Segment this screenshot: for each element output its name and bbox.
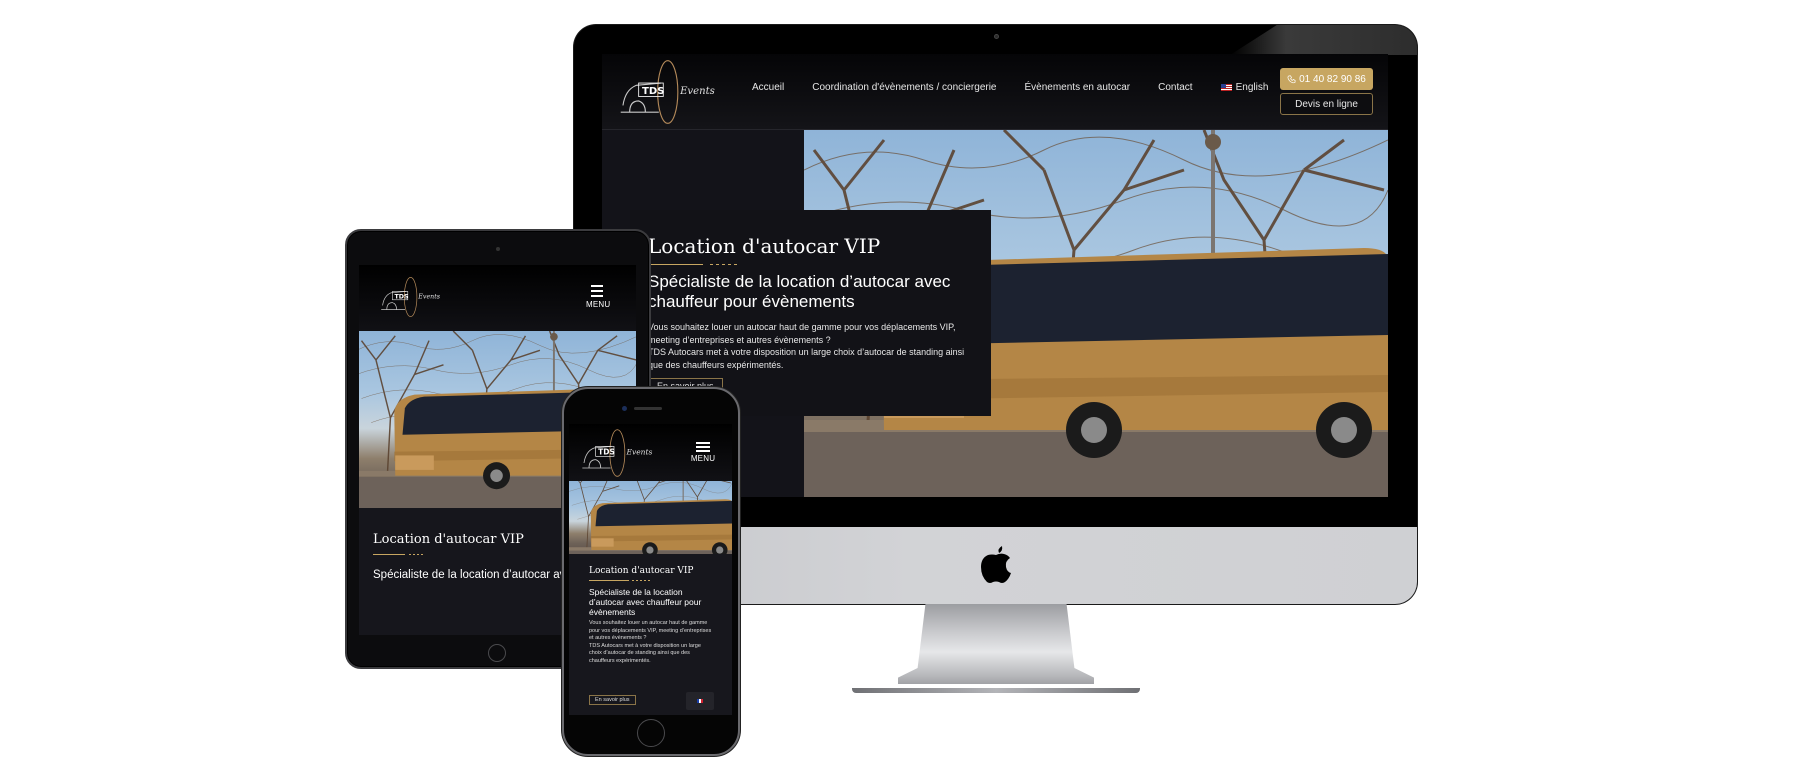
phone-website-screen: TDS Events MENU Location d'autocar VIP S…	[569, 424, 732, 715]
nav-item-coordination[interactable]: Coordination d'évènements / conciergerie	[812, 82, 996, 93]
phone-hero-description-line1: Vous souhaitez louer un autocar haut de …	[589, 620, 712, 641]
hero-description: Vous souhaitez louer un autocar haut de …	[648, 321, 978, 371]
hamburger-icon	[591, 285, 603, 297]
hero-subtitle: Spécialiste de la location d’autocar ave…	[648, 272, 951, 311]
tablet-title-underline	[373, 554, 405, 555]
phone-site-header: TDS Events MENU	[569, 424, 732, 481]
tablet-home-button[interactable]	[488, 644, 506, 662]
phone-hero-description: Vous souhaitez louer un autocar haut de …	[589, 620, 714, 665]
phone-hero-subtitle: Spécialiste de la location d’autocar ave…	[589, 587, 702, 617]
hero-description-line2: TDS Autocars met à votre disposition un …	[648, 347, 965, 370]
tablet-menu-label: MENU	[586, 300, 611, 309]
tablet-camera	[496, 247, 500, 251]
tds-events-logo-icon: TDS Events	[381, 277, 441, 317]
phone-language-switch[interactable]	[686, 692, 714, 710]
phone-hero-description-line2: TDS Autocars met à votre disposition un …	[589, 642, 701, 664]
svg-text:Events: Events	[417, 293, 440, 300]
phone-tds-events-logo[interactable]: TDS Events	[577, 428, 661, 478]
desktop-monitor-foot	[852, 688, 1140, 693]
svg-text:TDS: TDS	[642, 86, 665, 97]
phone-en-savoir-plus-button[interactable]: En savoir plus	[589, 695, 636, 705]
tablet-menu-button[interactable]: MENU	[586, 285, 611, 309]
apple-logo-icon	[981, 546, 1011, 583]
svg-text:TDS: TDS	[598, 448, 615, 457]
hero-title: Location d'autocar VIP	[648, 234, 881, 258]
desktop-main-nav: Accueil Coordination d'évènements / conc…	[752, 82, 1268, 93]
tablet-site-header: TDS Events MENU	[359, 265, 636, 331]
phone-hero-title: Location d'autocar VIP	[589, 566, 694, 576]
phone-hero-bus-photo	[569, 481, 732, 554]
tablet-title-underline-dots	[409, 554, 423, 555]
hero-text-card: Location d'autocar VIP Spécialiste de la…	[630, 210, 991, 416]
bus-photo-illustration	[569, 481, 732, 554]
phone-title-underline-dots	[632, 580, 652, 581]
phone-button[interactable]: 01 40 82 90 86	[1280, 68, 1373, 90]
nav-item-english[interactable]: English	[1220, 82, 1269, 93]
phone-title-underline	[589, 580, 629, 581]
svg-text:Events: Events	[626, 448, 653, 457]
phone-icon	[1287, 75, 1296, 83]
hero-title-underline	[648, 264, 703, 265]
phone-button-label: 01 40 82 90 86	[1299, 73, 1366, 85]
phone-hero-text: Location d'autocar VIP Spécialiste de la…	[569, 554, 732, 715]
nav-item-evenements-autocar[interactable]: Évènements en autocar	[1025, 82, 1131, 93]
phone-speaker	[634, 407, 662, 410]
phone-menu-button[interactable]: MENU	[689, 442, 717, 463]
devis-en-ligne-button[interactable]: Devis en ligne	[1280, 93, 1373, 115]
nav-item-english-label: English	[1235, 82, 1269, 93]
hamburger-icon	[696, 442, 710, 452]
phone-menu-label: MENU	[690, 454, 716, 463]
fr-flag-icon	[697, 699, 703, 703]
hero-title-underline-dots	[710, 264, 740, 265]
svg-text:TDS: TDS	[395, 293, 410, 300]
tds-events-logo-icon: TDS Events	[620, 60, 715, 124]
phone-home-button[interactable]	[637, 719, 665, 747]
svg-text:Events: Events	[679, 86, 715, 97]
tds-events-logo-icon: TDS Events	[582, 429, 653, 477]
tablet-tds-events-logo[interactable]: TDS Events	[377, 269, 447, 325]
nav-item-contact[interactable]: Contact	[1158, 82, 1192, 93]
nav-item-accueil[interactable]: Accueil	[752, 82, 784, 93]
tablet-hero-title: Location d'autocar VIP	[373, 532, 524, 547]
hero-description-line1: Vous souhaitez louer un autocar haut de …	[648, 322, 956, 345]
phone-camera	[622, 406, 627, 411]
tds-events-logo[interactable]: TDS Events	[614, 58, 726, 126]
desktop-site-header: TDS Events Accueil Coordination d'évènem…	[602, 54, 1388, 130]
desktop-monitor-stand	[898, 604, 1094, 684]
desktop-camera	[994, 34, 999, 39]
us-flag-icon	[1220, 83, 1232, 91]
